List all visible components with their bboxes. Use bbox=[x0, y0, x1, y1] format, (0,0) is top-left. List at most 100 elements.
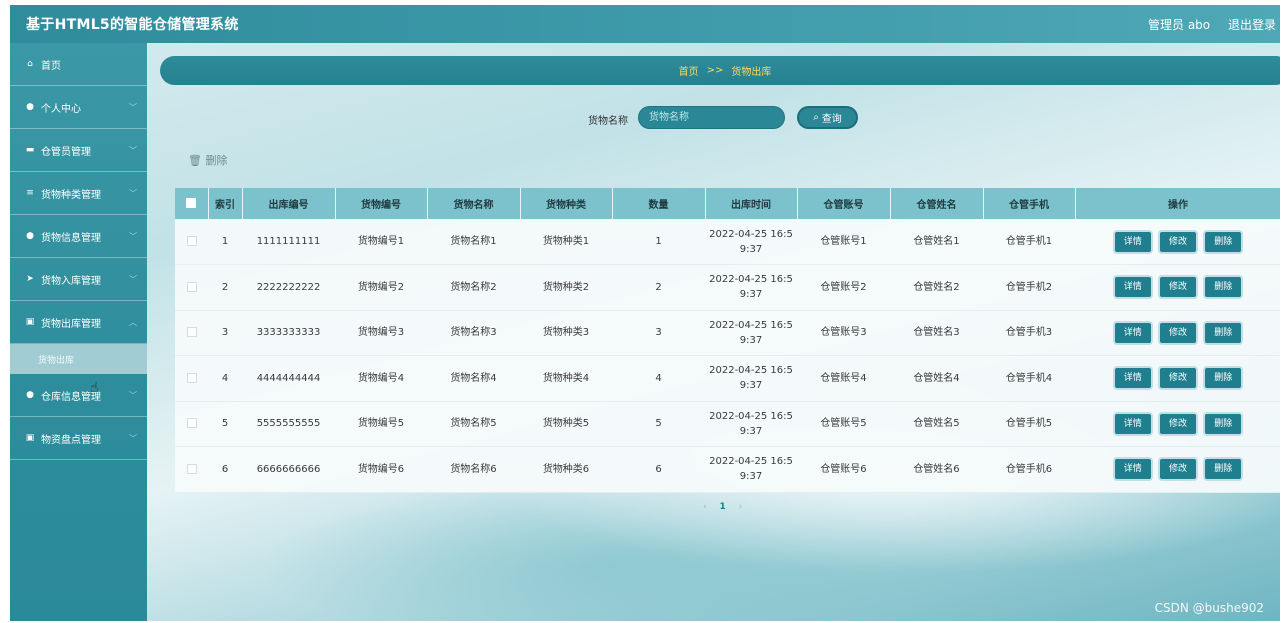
edit-button[interactable]: 修改 bbox=[1159, 368, 1196, 389]
table-cell: 货物种类4 bbox=[542, 372, 590, 384]
sidebar-item-keeper-management[interactable]: ▬ 仓管员管理 ﹀ bbox=[10, 129, 147, 172]
row-select-cell[interactable] bbox=[175, 310, 208, 356]
search-label: 货物名称 bbox=[588, 116, 628, 127]
sidebar-item-goods-info[interactable]: ● 货物信息管理 ﹀ bbox=[10, 215, 147, 258]
row-checkbox[interactable] bbox=[186, 327, 197, 338]
table-cell: 仓管手机5 bbox=[1005, 418, 1053, 430]
row-select-cell[interactable] bbox=[175, 265, 208, 311]
breadcrumb-current: 货物出库 bbox=[731, 67, 772, 78]
sidebar-item-personal-center[interactable]: ● 个人中心 ﹀ bbox=[10, 86, 147, 129]
doc-icon: ▣ bbox=[25, 433, 35, 443]
delete-button[interactable]: 删除 bbox=[1205, 413, 1242, 434]
table-cell: 6 bbox=[655, 463, 662, 475]
row-checkbox[interactable] bbox=[186, 418, 197, 429]
detail-button[interactable]: 详情 bbox=[1114, 459, 1151, 480]
batch-delete-label: 删除 bbox=[205, 154, 228, 167]
app-title: 基于HTML5的智能仓储管理系统 bbox=[26, 17, 239, 33]
row-actions: 详情 修改 删除 bbox=[1075, 401, 1280, 447]
edit-button[interactable]: 修改 bbox=[1159, 413, 1196, 434]
table-cell: 货物名称3 bbox=[450, 327, 497, 339]
row-select-cell[interactable] bbox=[175, 219, 208, 265]
column-header: 仓管手机 bbox=[983, 188, 1076, 219]
table-cell: 货物种类1 bbox=[542, 236, 590, 247]
table-body: 1 1111111111 货物编号1 货物名称1 货物种类1 1 2022-04-25 16… bbox=[175, 219, 1280, 492]
table-cell: 货物种类2 bbox=[542, 281, 590, 293]
table-cell-time: 2022-04-25 16:5 9:37 bbox=[705, 219, 797, 265]
sidebar-item-warehouse-info[interactable]: ● 仓库信息管理 ﹀ bbox=[10, 374, 147, 417]
breadcrumb: 首页 >> 货物出库 bbox=[160, 56, 1280, 85]
table-cell: 货物名称2 bbox=[450, 281, 497, 293]
table-cell: 仓管账号5 bbox=[820, 418, 867, 430]
row-checkbox[interactable] bbox=[186, 463, 197, 474]
row-actions: 详情 修改 删除 bbox=[1075, 356, 1280, 402]
time-line-1: 2022-04-25 16:5 bbox=[709, 319, 793, 331]
chevron-down-icon: ﹀ bbox=[129, 103, 137, 112]
detail-button[interactable]: 详情 bbox=[1114, 368, 1151, 389]
delete-button[interactable]: 删除 bbox=[1205, 368, 1242, 389]
row-select-cell[interactable] bbox=[175, 356, 208, 402]
sidebar-item-label: 货物种类管理 bbox=[41, 189, 101, 201]
logout-link[interactable]: 退出登录 bbox=[1228, 18, 1276, 32]
column-header: 操作 bbox=[1075, 188, 1280, 219]
row-checkbox[interactable] bbox=[186, 236, 197, 246]
search-icon: ⌕ bbox=[813, 112, 819, 123]
table-cell: 仓管手机4 bbox=[1005, 372, 1053, 384]
detail-button[interactable]: 详情 bbox=[1114, 231, 1151, 252]
table-cell: 货物种类3 bbox=[542, 327, 590, 339]
row-select-cell[interactable] bbox=[175, 447, 208, 493]
table-cell: 仓管姓名2 bbox=[913, 281, 960, 293]
edit-button[interactable]: 修改 bbox=[1159, 459, 1196, 480]
row-select-cell[interactable] bbox=[175, 401, 208, 447]
search-input[interactable] bbox=[638, 106, 785, 129]
table-header-row: 索引 出库编号 货物编号 货物名称 货物种类 数量 出库时间 仓管账号 仓管姓名… bbox=[175, 188, 1280, 219]
column-header: 数量 bbox=[612, 188, 706, 219]
column-header: 仓管姓名 bbox=[890, 188, 984, 219]
table-cell: 货物名称4 bbox=[450, 372, 497, 384]
time-line-2: 9:37 bbox=[739, 471, 763, 483]
current-user: 管理员 abo bbox=[1148, 18, 1211, 32]
next-page-button[interactable]: › bbox=[739, 502, 743, 512]
detail-button[interactable]: 详情 bbox=[1114, 322, 1151, 343]
sidebar-item-home[interactable]: ⌂ 首页 bbox=[10, 43, 147, 86]
sidebar-subitem-goods-outbound[interactable]: 货物出库 bbox=[10, 344, 147, 374]
detail-button[interactable]: 详情 bbox=[1114, 413, 1151, 434]
edit-button[interactable]: 修改 bbox=[1159, 322, 1196, 343]
delete-button[interactable]: 删除 bbox=[1205, 231, 1242, 252]
edit-button[interactable]: 修改 bbox=[1159, 277, 1196, 298]
sidebar-item-goods-category[interactable]: ≡ 货物种类管理 ﹀ bbox=[10, 172, 147, 215]
batch-delete-button[interactable]: 🗑 删除 bbox=[188, 152, 227, 168]
row-actions: 详情 修改 删除 bbox=[1075, 265, 1280, 311]
table-cell: 仓管手机6 bbox=[1005, 463, 1053, 475]
select-all-checkbox[interactable] bbox=[186, 198, 197, 208]
row-actions: 详情 修改 删除 bbox=[1075, 447, 1280, 493]
table-cell: 仓管姓名3 bbox=[913, 327, 960, 339]
send-icon: ➤ bbox=[26, 274, 34, 284]
table-cell: 4 bbox=[655, 372, 662, 384]
table-cell: 货物种类5 bbox=[542, 418, 590, 430]
search-button[interactable]: ⌕ 查询 bbox=[797, 106, 858, 129]
select-all-cell[interactable] bbox=[175, 188, 209, 219]
prev-page-button[interactable]: ‹ bbox=[703, 502, 707, 512]
sidebar-item-goods-inbound[interactable]: ➤ 货物入库管理 ﹀ bbox=[10, 258, 147, 301]
sidebar-item-label: 物资盘点管理 bbox=[41, 434, 101, 446]
watermark: CSDN @bushe902 bbox=[1154, 601, 1264, 615]
chevron-down-icon: ﹀ bbox=[129, 434, 137, 443]
edit-button[interactable]: 修改 bbox=[1159, 231, 1196, 252]
current-page[interactable]: 1 bbox=[719, 502, 725, 512]
sidebar-item-goods-outbound[interactable]: ▣ 货物出库管理 ︿ bbox=[10, 301, 147, 344]
delete-button[interactable]: 删除 bbox=[1205, 277, 1242, 298]
table-cell: 货物种类6 bbox=[542, 463, 590, 475]
detail-button[interactable]: 详情 bbox=[1114, 277, 1151, 298]
sidebar-item-label: 货物出库管理 bbox=[41, 318, 101, 330]
time-line-2: 9:37 bbox=[739, 334, 763, 346]
delete-button[interactable]: 删除 bbox=[1205, 322, 1242, 343]
row-checkbox[interactable] bbox=[186, 281, 197, 292]
delete-button[interactable]: 删除 bbox=[1205, 459, 1242, 480]
table-cell-time: 2022-04-25 16:5 9:37 bbox=[705, 356, 797, 402]
table-cell: 仓管姓名4 bbox=[913, 372, 960, 384]
breadcrumb-home[interactable]: 首页 bbox=[679, 63, 699, 78]
row-checkbox[interactable] bbox=[186, 372, 197, 383]
sidebar-item-label: 仓管员管理 bbox=[41, 146, 91, 158]
sidebar-item-inventory-check[interactable]: ▣ 物资盘点管理 ﹀ bbox=[10, 417, 147, 460]
table-cell: 货物编号4 bbox=[357, 372, 405, 384]
